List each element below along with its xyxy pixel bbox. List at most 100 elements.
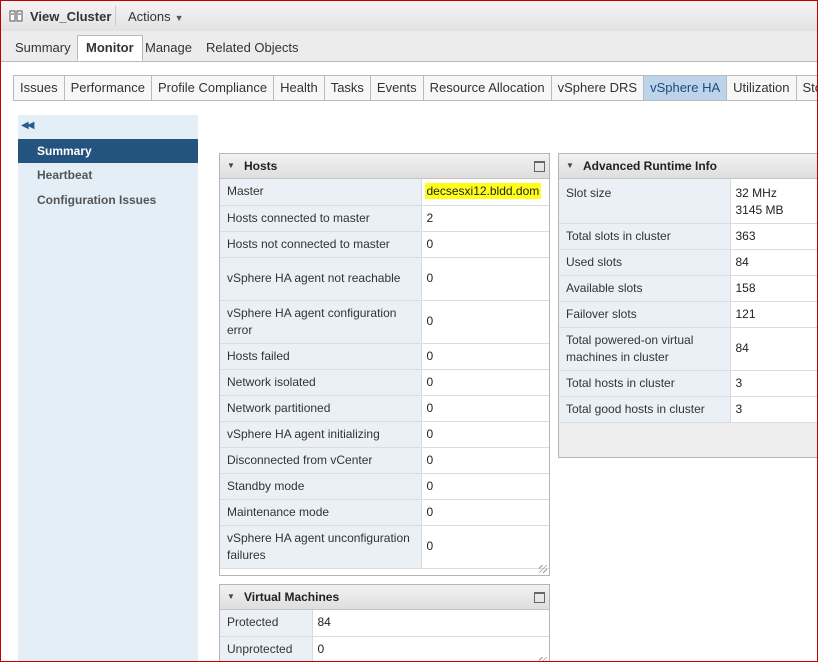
subtab-health[interactable]: Health [274, 76, 325, 100]
row-label: Total powered-on virtual machines in clu… [559, 327, 731, 371]
table-row: Disconnected from vCenter 0 [220, 447, 549, 474]
table-row: Standby mode 0 [220, 473, 549, 500]
row-label: vSphere HA agent not reachable [220, 257, 422, 301]
table-row: Unprotected 0 [220, 636, 549, 661]
row-label: Total slots in cluster [559, 223, 731, 250]
row-label: Disconnected from vCenter [220, 447, 422, 474]
actions-label: Actions [128, 9, 171, 24]
runtime-header: ▼ Advanced Runtime Info [559, 154, 817, 179]
table-row: Master decsesxi12.bldd.dom [220, 179, 549, 206]
table-row: Total good hosts in cluster 3 [559, 396, 817, 423]
tab-monitor[interactable]: Monitor [77, 35, 143, 61]
title-bar: View_Cluster Actions ▼ [1, 1, 817, 32]
row-label: Failover slots [559, 301, 731, 328]
tab-related-objects[interactable]: Related Objects [206, 40, 299, 55]
collapse-nav-icon[interactable]: ◀◀ [21, 120, 34, 131]
nav-item-summary[interactable]: Summary [18, 139, 198, 163]
subtab-utilization[interactable]: Utilization [727, 76, 797, 100]
row-label: Maintenance mode [220, 499, 422, 526]
resize-grip-icon[interactable] [539, 657, 547, 661]
row-value: 0 [421, 421, 549, 448]
virtual-machines-table: Protected 84 Unprotected 0 [220, 610, 549, 661]
table-row: vSphere HA agent unconfiguration failure… [220, 525, 549, 569]
row-value: 0 [421, 473, 549, 500]
slot-size-cpu: 32 MHz [735, 186, 777, 200]
runtime-footer [559, 422, 817, 457]
table-row: Total slots in cluster 363 [559, 223, 817, 250]
table-row: Hosts not connected to master 0 [220, 231, 549, 258]
collapse-triangle-icon[interactable]: ▼ [227, 585, 235, 609]
row-value: 0 [421, 300, 549, 344]
subtab-storage[interactable]: Storage R [797, 76, 817, 100]
subtab-vsphere-drs[interactable]: vSphere DRS [552, 76, 645, 100]
row-label: Unprotected [220, 636, 313, 661]
table-row: Total powered-on virtual machines in clu… [559, 327, 817, 371]
subtab-issues[interactable]: Issues [14, 76, 65, 100]
virtual-machines-title: Virtual Machines [244, 590, 340, 604]
collapse-triangle-icon[interactable]: ▼ [566, 154, 574, 178]
subtab-resource-allocation[interactable]: Resource Allocation [424, 76, 552, 100]
row-value: decsesxi12.bldd.dom [421, 179, 549, 206]
app-window: View_Cluster Actions ▼ Summary Monitor Ma… [0, 0, 818, 662]
row-value: 0 [421, 525, 549, 569]
subtab-profile-compliance[interactable]: Profile Compliance [152, 76, 275, 100]
row-value: 32 MHz 3145 MB [730, 179, 817, 224]
row-label: Hosts not connected to master [220, 231, 422, 258]
row-value: 2 [421, 205, 549, 232]
row-value: 0 [421, 257, 549, 301]
table-row: Used slots 84 [559, 249, 817, 276]
nav-item-heartbeat[interactable]: Heartbeat [18, 163, 198, 187]
table-row: Hosts connected to master 2 [220, 205, 549, 232]
top-tab-bar: Summary Monitor Manage Related Objects [1, 31, 817, 62]
table-row: vSphere HA agent configuration error 0 [220, 300, 549, 344]
table-row: Network partitioned 0 [220, 395, 549, 422]
row-label: Total good hosts in cluster [559, 396, 731, 423]
row-value: 0 [312, 636, 549, 661]
row-label: vSphere HA agent configuration error [220, 300, 422, 344]
row-value: 0 [421, 395, 549, 422]
table-row: Slot size 32 MHz 3145 MB [559, 179, 817, 224]
row-label: Network partitioned [220, 395, 422, 422]
hosts-title: Hosts [244, 159, 278, 173]
table-row: Total hosts in cluster 3 [559, 370, 817, 397]
row-value: 3 [730, 396, 817, 423]
row-label: Slot size [559, 179, 731, 224]
row-label: Network isolated [220, 369, 422, 396]
row-value: 0 [421, 343, 549, 370]
resize-grip-icon[interactable] [539, 565, 547, 573]
tab-manage[interactable]: Manage [145, 40, 192, 55]
row-value: 158 [730, 275, 817, 302]
maximize-icon[interactable] [534, 592, 545, 603]
row-value: 84 [730, 327, 817, 371]
hosts-header: ▼ Hosts [220, 154, 549, 179]
row-value: 84 [730, 249, 817, 276]
table-row: Hosts failed 0 [220, 343, 549, 370]
subtab-performance[interactable]: Performance [65, 76, 152, 100]
table-row: vSphere HA agent not reachable 0 [220, 257, 549, 301]
actions-menu-button[interactable]: Actions ▼ [128, 9, 184, 24]
table-row: Protected 84 [220, 610, 549, 637]
row-label: Master [220, 179, 422, 206]
tab-summary[interactable]: Summary [15, 40, 71, 55]
master-host-link[interactable]: decsesxi12.bldd.dom [424, 183, 542, 200]
table-row: vSphere HA agent initializing 0 [220, 421, 549, 448]
cluster-icon [9, 10, 23, 22]
maximize-icon[interactable] [534, 161, 545, 172]
virtual-machines-portlet: ▼ Virtual Machines Protected 84 Unprotec… [219, 584, 550, 661]
subtab-tasks[interactable]: Tasks [325, 76, 371, 100]
table-row: Failover slots 121 [559, 301, 817, 328]
row-value: 363 [730, 223, 817, 250]
subtab-events[interactable]: Events [371, 76, 424, 100]
collapse-triangle-icon[interactable]: ▼ [227, 154, 235, 178]
row-label: Hosts connected to master [220, 205, 422, 232]
row-label: Standby mode [220, 473, 422, 500]
row-value: 121 [730, 301, 817, 328]
slot-size-memory: 3145 MB [735, 203, 784, 217]
hosts-table: Master decsesxi12.bldd.dom Hosts connect… [220, 179, 549, 569]
advanced-runtime-info-portlet: ▼ Advanced Runtime Info Slot size 32 MHz… [558, 153, 817, 458]
monitor-subtab-bar: Issues Performance Profile Compliance He… [13, 75, 817, 101]
nav-item-configuration-issues[interactable]: Configuration Issues [18, 188, 198, 212]
subtab-vsphere-ha[interactable]: vSphere HA [644, 76, 728, 100]
table-row: Network isolated 0 [220, 369, 549, 396]
row-value: 0 [421, 447, 549, 474]
